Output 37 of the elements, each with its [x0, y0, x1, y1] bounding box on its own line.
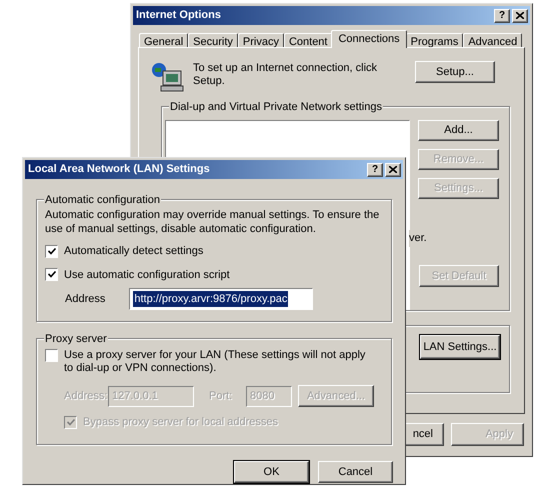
group-label: Dial-up and Virtual Private Network settings [169, 99, 383, 116]
group-label: Proxy server [44, 331, 108, 348]
field-label: Address [65, 292, 106, 307]
tab[interactable]: Advanced [463, 33, 522, 48]
description-text: Automatic configuration may override manual settings. To ensure the use of manual settings, disable automatic configuration. [45, 208, 380, 236]
tab[interactable]: Security [188, 33, 238, 48]
tab[interactable]: General [139, 33, 188, 48]
close-icon [516, 12, 524, 19]
checkbox[interactable] [45, 244, 58, 258]
close-button[interactable] [512, 8, 528, 22]
push-button[interactable]: OK [234, 461, 309, 483]
help-button[interactable]: ? [367, 162, 383, 176]
push-button[interactable]: Add... [418, 120, 499, 141]
text-field[interactable]: http://proxy.arvr:9876/proxy.pac [129, 288, 314, 310]
check-icon [48, 271, 56, 278]
checkbox-label: Use automatic configuration script [64, 268, 230, 282]
computer-globe-icon [151, 62, 185, 92]
instruction-text: To set up an Internet connection, click Setup. [193, 62, 378, 88]
push-button[interactable]: Cancel [318, 461, 393, 483]
checkbox[interactable] [45, 268, 58, 282]
tab[interactable]: Connections [331, 30, 407, 48]
push-button[interactable]: Setup... [415, 61, 495, 83]
check-icon [66, 418, 74, 426]
close-icon [389, 166, 397, 173]
cut-off-text: ver. [409, 230, 427, 246]
tab[interactable]: Privacy [238, 33, 284, 48]
checkbox[interactable] [45, 349, 58, 362]
checkbox-label: Automatically detect settings [64, 244, 204, 259]
window-title: Internet Options [136, 8, 221, 24]
tab[interactable]: Programs [406, 33, 464, 48]
close-button[interactable] [385, 162, 401, 176]
window-title: Local Area Network (LAN) Settings [28, 162, 210, 178]
help-button[interactable]: ? [494, 8, 510, 22]
check-icon [48, 248, 56, 255]
group-label: Automatic configuration [44, 192, 161, 208]
checkbox-label: Use a proxy server for your LAN (These settings will not apply to dial-up or VPN connections). [64, 349, 366, 375]
push-button[interactable]: LAN Settings... [420, 335, 500, 359]
